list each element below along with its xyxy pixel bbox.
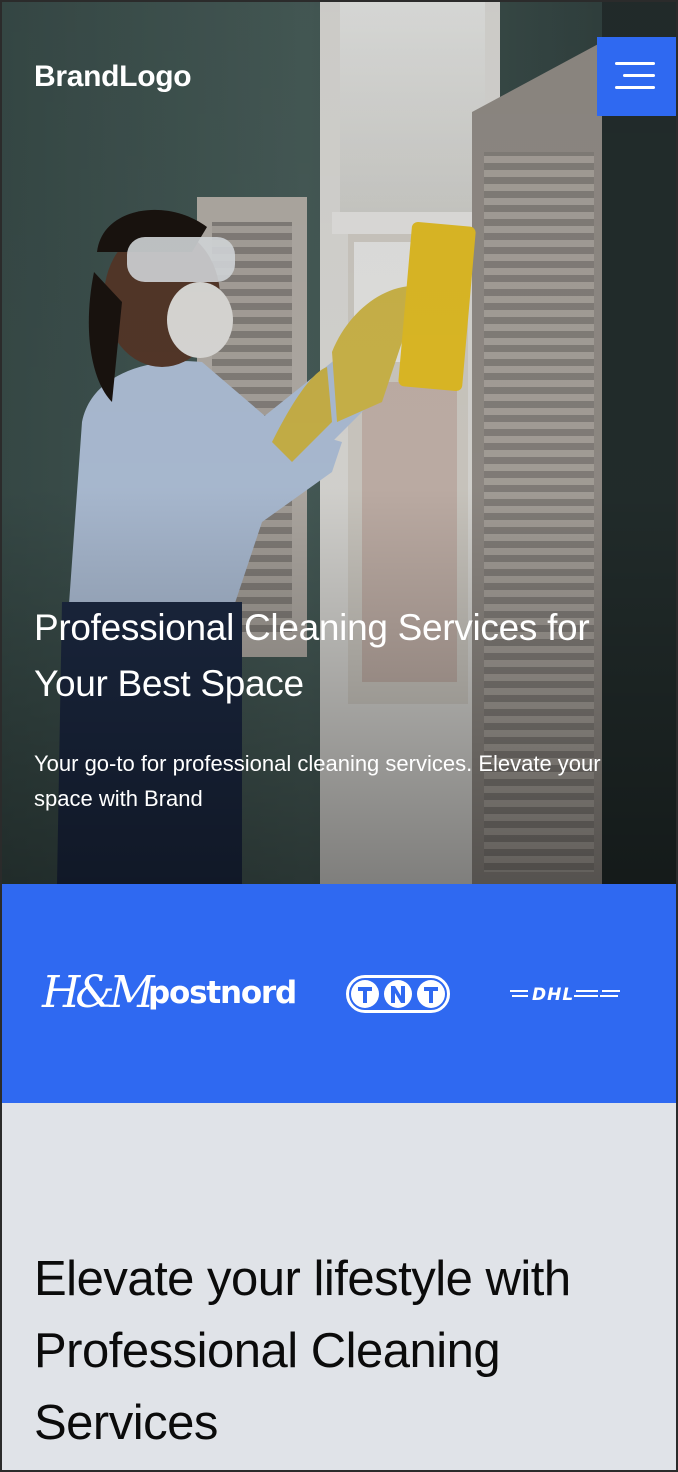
page: BrandLogo Professional Cleaning Services… — [0, 0, 678, 1472]
svg-text:DHL: DHL — [532, 985, 574, 1004]
partner-logo-tnt — [346, 975, 450, 1013]
hero-subtitle: Your go-to for professional cleaning ser… — [34, 751, 601, 811]
partner-logo-dhl: DHL — [510, 985, 620, 1004]
hero-section: BrandLogo Professional Cleaning Services… — [2, 2, 676, 884]
brand-logo[interactable]: BrandLogo — [34, 60, 192, 94]
menu-button[interactable] — [597, 37, 676, 116]
partner-logo-hm: H&M — [42, 967, 155, 1018]
partner-logos-bar: H&M postnord DHL — [2, 884, 676, 1103]
partner-logo-postnord: postnord — [148, 975, 297, 1011]
section-title: Elevate your lifestyle with Professional… — [34, 1252, 571, 1450]
hero-title: Professional Cleaning Services for Your … — [34, 607, 590, 704]
hamburger-menu-icon — [615, 62, 655, 89]
intro-section: Elevate your lifestyle with Professional… — [2, 1103, 676, 1470]
